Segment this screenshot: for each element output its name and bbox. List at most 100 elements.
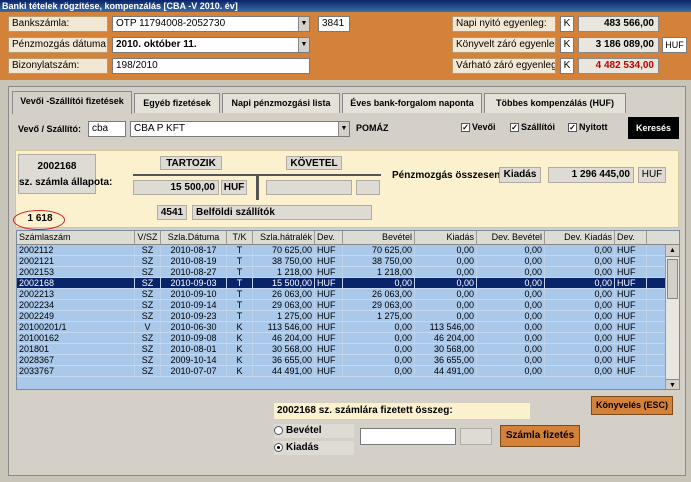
- partner-value: CBA P KFT: [134, 123, 185, 134]
- table-cell: 70 625,00: [343, 245, 415, 255]
- table-cell: SZ: [135, 278, 161, 288]
- table-row[interactable]: 201801 SZ 2010-08-01 K 30 568,00 HUF 0,00 30 56…: [17, 344, 679, 355]
- table-row[interactable]: 2002121 SZ 2010-08-19 T 38 750,00 HUF 38 750,0…: [17, 256, 679, 267]
- table-cell: HUF: [615, 300, 647, 310]
- tab-egyeb-fizetesek[interactable]: Egyéb fizetések: [134, 93, 220, 113]
- table-cell: 38 750,00: [343, 256, 415, 266]
- table-cell: 46 204,00: [253, 333, 315, 343]
- scroll-thumb[interactable]: [667, 259, 678, 299]
- table-row-selected[interactable]: 2002168 SZ 2010-09-03 T 15 500,00 HUF 0,00 0,00…: [17, 278, 679, 289]
- table-cell: 113 546,00: [415, 322, 477, 332]
- paid-amount-caption: 2002168 sz. számlára fizetett összeg:: [274, 403, 530, 419]
- chk-szallitoi[interactable]: ✓ Szállítói: [510, 122, 556, 133]
- konyveles-button[interactable]: Könyvelés (ESC): [591, 396, 673, 415]
- table-cell: HUF: [315, 366, 343, 376]
- table-cell: 0,00: [477, 366, 545, 376]
- table-cell: 0,00: [545, 344, 615, 354]
- chk-szallitoi-label: Szállítói: [521, 122, 556, 132]
- szamla-fizetes-button[interactable]: Számla fizetés: [500, 425, 580, 447]
- bizonylat-input[interactable]: 198/2010: [112, 58, 310, 74]
- tab-napi-penzmozgasi[interactable]: Napi pénzmozgási lista: [222, 93, 340, 113]
- nyito-value: 483 566,00: [578, 16, 659, 32]
- partner-select[interactable]: CBA P KFT ▼: [130, 121, 350, 137]
- col-vsz[interactable]: V/SZ: [135, 231, 161, 244]
- col-bevetel[interactable]: Bevétel: [343, 231, 415, 244]
- table-row[interactable]: 20100162 SZ 2010-09-08 K 46 204,00 HUF 0,00 46 …: [17, 333, 679, 344]
- table-row[interactable]: 20100201/1 V 2010-06-30 K 113 546,00 HUF 0,00 1…: [17, 322, 679, 333]
- table-row[interactable]: 2033767 SZ 2010-07-07 K 44 491,00 HUF 0,00 44 4…: [17, 366, 679, 377]
- chevron-down-icon[interactable]: ▼: [298, 17, 309, 31]
- radio-icon: [274, 425, 283, 435]
- scroll-down-icon[interactable]: ▼: [666, 379, 679, 389]
- scroll-up-icon[interactable]: ▲: [666, 245, 679, 257]
- table-cell: T: [227, 256, 253, 266]
- table-cell: 0,00: [343, 322, 415, 332]
- konyvelt-value: 3 186 089,00: [578, 37, 659, 53]
- table-cell: 0,00: [343, 366, 415, 376]
- t-account-vline: [256, 174, 259, 200]
- col-dev-kiadas[interactable]: Dev. Kiadás: [545, 231, 615, 244]
- kovetel-currency: [356, 180, 380, 195]
- table-cell: 0,00: [545, 278, 615, 288]
- kovetel-label: KÖVETEL: [286, 156, 342, 170]
- search-button[interactable]: Keresés: [628, 117, 679, 139]
- table-scrollbar[interactable]: ▲ ▼: [665, 245, 679, 389]
- vevo-szallito-label: Vevő / Szállító:: [18, 124, 82, 134]
- col-dev2[interactable]: Dev.: [615, 231, 647, 244]
- bankszamla-select[interactable]: OTP 11794008-2052730 ▼: [112, 16, 310, 32]
- invoice-table[interactable]: Számlaszám V/SZ Szla.Dátuma T/K Szla.hát…: [16, 230, 680, 390]
- datum-picker[interactable]: 2010. október 11. ▼: [112, 37, 310, 53]
- col-kiadas[interactable]: Kiadás: [415, 231, 477, 244]
- paid-amount-input[interactable]: [360, 428, 456, 445]
- table-cell: 1 275,00: [253, 311, 315, 321]
- col-szamlaszam[interactable]: Számlaszám: [17, 231, 135, 244]
- table-cell: 2002168: [17, 278, 135, 288]
- table-cell: 30 568,00: [415, 344, 477, 354]
- col-dev[interactable]: Dev.: [315, 231, 343, 244]
- radio-kiadas[interactable]: Kiadás: [274, 441, 354, 455]
- table-cell: K: [227, 366, 253, 376]
- tab-vevoi-szallitoi[interactable]: Vevői -Szállítói fizetések: [12, 91, 132, 114]
- col-dev-bevetel[interactable]: Dev. Bevétel: [477, 231, 545, 244]
- varhato-label: Várható záró egyenleg:: [452, 58, 556, 74]
- table-row[interactable]: 2002153 SZ 2010-08-27 T 1 218,00 HUF 1 218,00 0…: [17, 267, 679, 278]
- table-row[interactable]: 2002112 SZ 2010-08-17 T 70 625,00 HUF 70 625,0…: [17, 245, 679, 256]
- table-cell: 0,00: [343, 344, 415, 354]
- table-cell: 70 625,00: [253, 245, 315, 255]
- col-szla-datuma[interactable]: Szla.Dátuma: [161, 231, 227, 244]
- table-row[interactable]: 2002213 SZ 2010-09-10 T 26 063,00 HUF 26 063,0…: [17, 289, 679, 300]
- tartozik-label: TARTOZIK: [160, 156, 222, 170]
- table-row[interactable]: 2002249 SZ 2010-09-23 T 1 275,00 HUF 1 275,00 0…: [17, 311, 679, 322]
- tab-eves-bank-forgalom[interactable]: Éves bank-forgalom naponta: [342, 93, 482, 113]
- currency-label: HUF: [662, 37, 687, 53]
- col-tk[interactable]: T/K: [227, 231, 253, 244]
- table-cell: 2010-09-10: [161, 289, 227, 299]
- check-icon: ✓: [568, 123, 577, 133]
- table-cell: 0,00: [477, 355, 545, 365]
- table-cell: 0,00: [415, 311, 477, 321]
- chevron-down-icon[interactable]: ▼: [338, 122, 349, 136]
- chk-vevoi[interactable]: ✓ Vevői: [461, 122, 496, 133]
- chevron-down-icon[interactable]: ▼: [298, 38, 309, 52]
- chk-nyitott[interactable]: ✓ Nyitott: [568, 122, 608, 133]
- table-row[interactable]: 2002234 SZ 2010-09-14 T 29 063,00 HUF 29 063,0…: [17, 300, 679, 311]
- datum-value: 2010. október 11.: [116, 39, 197, 50]
- window-title-bar: Banki tételek rögzítése, kompenzálás [CB…: [0, 0, 691, 12]
- tab-tobbes-kompenzalas[interactable]: Többes kompenzálás (HUF): [484, 93, 626, 113]
- partner-code-input[interactable]: cba: [88, 121, 126, 137]
- table-cell: 0,00: [415, 256, 477, 266]
- table-cell: 0,00: [477, 278, 545, 288]
- table-cell: T: [227, 289, 253, 299]
- table-cell: SZ: [135, 267, 161, 277]
- check-icon: ✓: [510, 123, 519, 133]
- table-row[interactable]: 2028367 SZ 2009-10-14 K 36 655,00 HUF 0,00 36 6…: [17, 355, 679, 366]
- table-cell: 36 655,00: [253, 355, 315, 365]
- table-cell: 2028367: [17, 355, 135, 365]
- highlight-circle: [13, 210, 65, 230]
- radio-bevetel[interactable]: Bevétel: [274, 424, 354, 438]
- table-cell: 0,00: [477, 256, 545, 266]
- table-cell: HUF: [315, 355, 343, 365]
- table-cell: 0,00: [545, 267, 615, 277]
- col-szla-hatralek[interactable]: Szla.hátralék: [253, 231, 315, 244]
- table-cell: HUF: [315, 256, 343, 266]
